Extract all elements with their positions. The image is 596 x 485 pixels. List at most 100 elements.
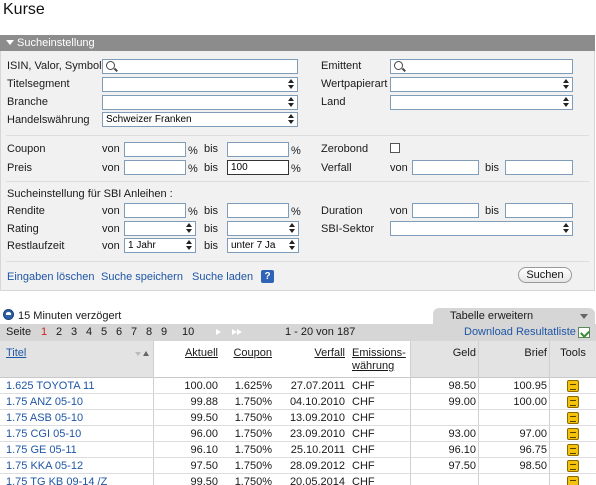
download-results-link[interactable]: Download Resultatliste	[464, 324, 576, 341]
verfall-to-input[interactable]	[505, 160, 573, 175]
expand-table-label: Tabelle erweitern	[450, 310, 534, 322]
folder-tools-icon[interactable]	[567, 428, 579, 440]
folder-tools-icon[interactable]	[567, 412, 579, 424]
land-select[interactable]	[390, 95, 573, 110]
help-icon[interactable]: ?	[261, 270, 274, 283]
rating-to-select[interactable]	[227, 221, 299, 236]
coupon-to-input[interactable]	[227, 142, 289, 157]
cell-waehrung: CHF	[352, 444, 375, 456]
col-verfall[interactable]: Verfall	[275, 341, 347, 377]
cell-brief: 100.95	[513, 380, 547, 392]
search-panel-title: Sucheinstellung	[17, 37, 95, 49]
folder-tools-icon[interactable]	[567, 380, 579, 392]
rating-from-select[interactable]	[124, 221, 196, 236]
col-brief-label: Brief	[524, 347, 547, 359]
isin-label: ISIN, Valor, Symbol	[7, 60, 102, 72]
page-link-5[interactable]: 5	[101, 324, 107, 341]
col-aktuell[interactable]: Aktuell	[154, 341, 220, 377]
table-row[interactable]: 1.75 TG KB 09-14 /Z 99.50 1.750% 20.05.2014…	[0, 474, 596, 485]
preis-from-input[interactable]	[124, 160, 186, 175]
select-arrows-icon	[287, 97, 296, 108]
page-link-10[interactable]: 10	[182, 324, 194, 341]
preis-to-input[interactable]: 100	[227, 160, 289, 175]
duration-from-input[interactable]	[412, 203, 479, 218]
sbi-heading: Sucheinstellung für SBI Anleihen :	[7, 188, 173, 200]
save-search-link[interactable]: Suche speichern	[101, 271, 183, 283]
cell-titel[interactable]: 1.625 TOYOTA 11	[6, 378, 151, 394]
page-link-2[interactable]: 2	[56, 324, 62, 341]
verfall-from-input[interactable]	[412, 160, 479, 175]
cell-geld: 97.50	[448, 460, 476, 472]
wertpapierart-select[interactable]	[390, 77, 573, 92]
cell-titel[interactable]: 1.75 TG KB 09-14 /Z	[6, 474, 151, 485]
next-page-icon[interactable]	[216, 329, 221, 335]
col-coupon[interactable]: Coupon	[221, 341, 274, 377]
titelsegment-label: Titelsegment	[7, 78, 70, 90]
cell-aktuell: 99.50	[190, 412, 218, 424]
cell-waehrung: CHF	[352, 476, 375, 485]
cell-verfall: 23.09.2010	[289, 428, 345, 440]
select-arrows-icon	[288, 240, 297, 251]
table-row[interactable]: 1.75 CGI 05-10 96.00 1.750% 23.09.2010 CHF 93…	[0, 426, 596, 442]
emittent-input[interactable]	[390, 59, 573, 74]
page-link-8[interactable]: 8	[146, 324, 152, 341]
cell-verfall: 20.05.2014	[289, 476, 345, 485]
von-label: von	[390, 162, 408, 174]
cell-titel[interactable]: 1.75 KKA 05-12	[6, 458, 151, 474]
handelswaehrung-label: Handelswährung	[7, 114, 90, 126]
percent-label: %	[188, 163, 198, 175]
coupon-from-input[interactable]	[124, 142, 186, 157]
page-link-7[interactable]: 7	[131, 324, 137, 341]
handelswaehrung-select[interactable]: Schweizer Franken	[102, 112, 298, 127]
restlaufzeit-to-select[interactable]: unter 7 Ja	[227, 238, 299, 253]
col-emission[interactable]: Emissions-währung	[348, 341, 410, 377]
globe-icon	[3, 309, 14, 320]
duration-to-input[interactable]	[505, 203, 573, 218]
cell-waehrung: CHF	[352, 396, 375, 408]
cell-titel[interactable]: 1.75 ANZ 05-10	[6, 394, 151, 410]
cell-aktuell: 96.10	[190, 444, 218, 456]
preis-to-value: 100	[231, 162, 248, 173]
table-row[interactable]: 1.75 ANZ 05-10 99.88 1.750% 04.10.2010 CHF 99…	[0, 394, 596, 410]
folder-tools-icon[interactable]	[567, 460, 579, 472]
sbi-sektor-select[interactable]	[390, 221, 573, 236]
table-row[interactable]: 1.75 KKA 05-12 97.50 1.750% 28.09.2012 CHF 97…	[0, 458, 596, 474]
folder-tools-icon[interactable]	[567, 396, 579, 408]
cell-aktuell: 96.00	[190, 428, 218, 440]
cell-aktuell: 97.50	[190, 460, 218, 472]
table-row[interactable]: 1.75 ASB 05-10 99.50 1.750% 13.09.2010 CHF	[0, 410, 596, 426]
table-row[interactable]: 1.75 GE 05-11 96.10 1.750% 25.10.2011 CHF 96.…	[0, 442, 596, 458]
folder-tools-icon[interactable]	[567, 476, 579, 485]
search-panel-header[interactable]: Sucheinstellung	[0, 35, 595, 51]
bis-label: bis	[204, 240, 219, 252]
sbi-sektor-label: SBI-Sektor	[321, 223, 375, 235]
divider	[6, 135, 589, 136]
restlaufzeit-from-select[interactable]: 1 Jahr	[124, 238, 196, 253]
cell-titel[interactable]: 1.75 ASB 05-10	[6, 410, 151, 426]
rendite-to-input[interactable]	[227, 203, 289, 218]
col-geld-label: Geld	[452, 347, 476, 359]
rendite-from-input[interactable]	[124, 203, 186, 218]
page-link-1[interactable]: 1	[41, 324, 47, 341]
expand-table-tab[interactable]: Tabelle erweitern	[433, 308, 595, 324]
page-link-3[interactable]: 3	[71, 324, 77, 341]
isin-input[interactable]	[102, 59, 298, 74]
download-icon[interactable]	[578, 327, 590, 338]
search-button[interactable]: Suchen	[518, 267, 572, 283]
col-titel[interactable]: Titel	[0, 341, 153, 377]
search-icon	[106, 61, 115, 70]
cell-titel[interactable]: 1.75 GE 05-11	[6, 442, 151, 458]
branche-select[interactable]	[102, 95, 298, 110]
page-link-6[interactable]: 6	[116, 324, 122, 341]
cell-coupon: 1.750%	[234, 476, 272, 485]
zerobond-checkbox[interactable]	[390, 143, 400, 153]
titelsegment-select[interactable]	[102, 77, 298, 92]
bis-label: bis	[485, 162, 500, 174]
table-row[interactable]: 1.625 TOYOTA 11 100.00 1.625% 27.07.2011 CHF…	[0, 378, 596, 394]
page-link-9[interactable]: 9	[161, 324, 167, 341]
clear-inputs-link[interactable]: Eingaben löschen	[7, 271, 94, 283]
page-link-4[interactable]: 4	[86, 324, 92, 341]
cell-titel[interactable]: 1.75 CGI 05-10	[6, 426, 151, 442]
load-search-link[interactable]: Suche laden	[192, 271, 253, 283]
folder-tools-icon[interactable]	[567, 444, 579, 456]
